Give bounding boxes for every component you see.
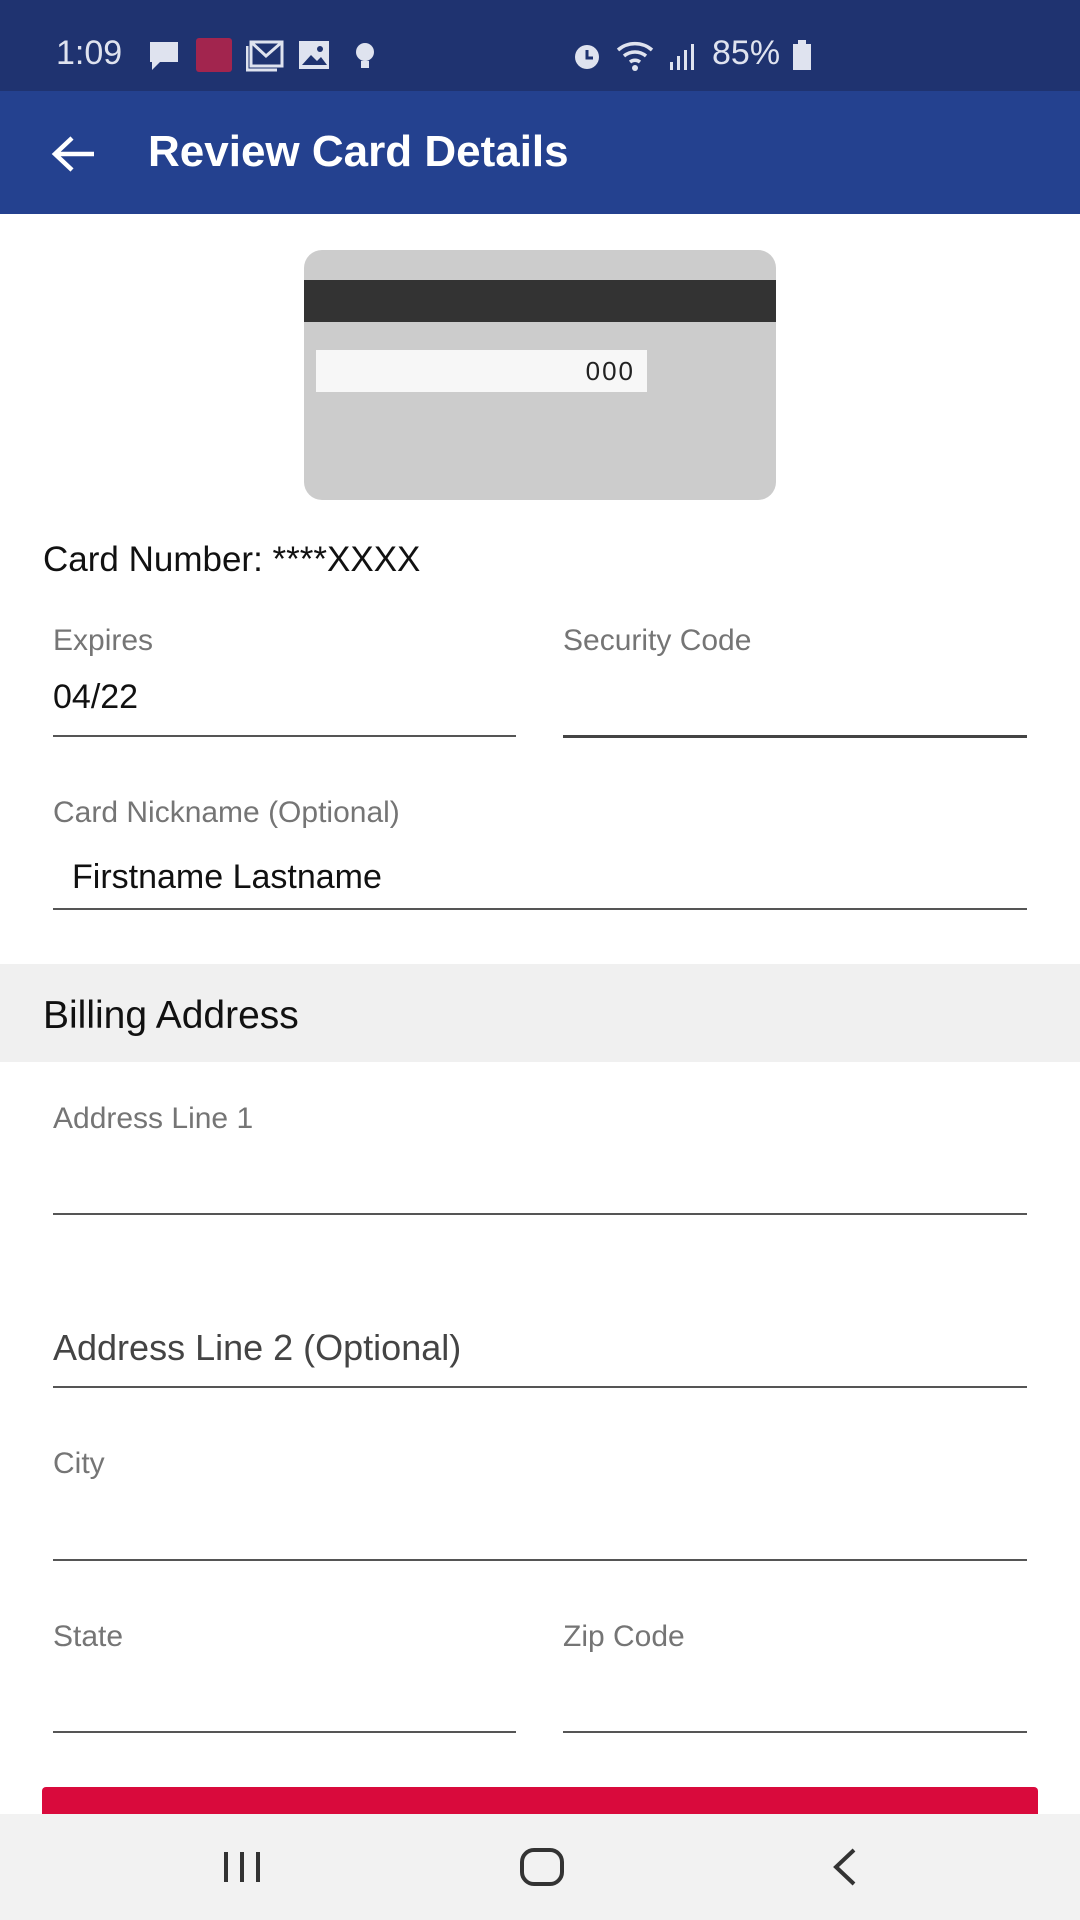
status-time: 1:09	[56, 34, 123, 72]
state-input[interactable]	[53, 1668, 516, 1730]
address1-input[interactable]	[53, 1150, 1027, 1212]
zip-label: Zip Code	[563, 1620, 685, 1653]
gmail-icon	[246, 40, 284, 72]
address2-underline	[53, 1386, 1027, 1388]
app-bar: Review Card Details	[0, 91, 1080, 214]
address1-underline	[53, 1213, 1027, 1215]
billing-section-header: Billing Address	[0, 964, 1080, 1062]
state-label: State	[53, 1620, 124, 1653]
cvv-sample: 000	[316, 350, 647, 392]
security-code-underline	[563, 735, 1027, 738]
battery-icon	[793, 40, 811, 70]
nickname-input[interactable]: Firstname Lastname	[72, 858, 382, 897]
magnetic-stripe	[304, 280, 776, 322]
city-underline	[53, 1559, 1027, 1561]
battery-percent: 85%	[712, 34, 781, 72]
zip-underline	[563, 1731, 1027, 1733]
nickname-underline	[53, 908, 1027, 910]
back-icon[interactable]	[830, 1848, 858, 1886]
city-label: City	[53, 1447, 105, 1480]
expires-underline	[53, 735, 516, 737]
nickname-label: Card Nickname (Optional)	[53, 796, 400, 829]
card-number: Card Number: ****XXXX	[43, 540, 421, 579]
billing-title: Billing Address	[43, 994, 299, 1037]
status-bar: 1:09 85%	[0, 0, 1080, 91]
security-code-label: Security Code	[563, 624, 752, 657]
navigation-bar	[0, 1814, 1080, 1920]
gallery-icon	[299, 41, 329, 69]
recent-apps-icon[interactable]	[222, 1850, 262, 1884]
state-underline	[53, 1731, 516, 1733]
city-input[interactable]	[53, 1495, 1027, 1557]
card-back-illustration: 000	[304, 250, 776, 500]
message-icon	[150, 42, 178, 70]
arrow-left-icon[interactable]	[50, 135, 96, 173]
app-notification-icon	[196, 38, 232, 72]
address2-input[interactable]: Address Line 2 (Optional)	[53, 1327, 461, 1369]
zip-input[interactable]	[563, 1668, 1027, 1730]
bulb-icon	[356, 43, 374, 68]
page-title: Review Card Details	[148, 127, 569, 176]
address1-label: Address Line 1	[53, 1102, 254, 1135]
expires-label: Expires	[53, 624, 154, 657]
alarm-icon	[575, 45, 599, 69]
wifi-icon	[616, 42, 654, 71]
signal-icon	[670, 44, 694, 70]
expires-input[interactable]: 04/22	[53, 678, 138, 717]
security-code-input[interactable]	[563, 670, 1027, 734]
home-icon[interactable]	[520, 1848, 564, 1886]
